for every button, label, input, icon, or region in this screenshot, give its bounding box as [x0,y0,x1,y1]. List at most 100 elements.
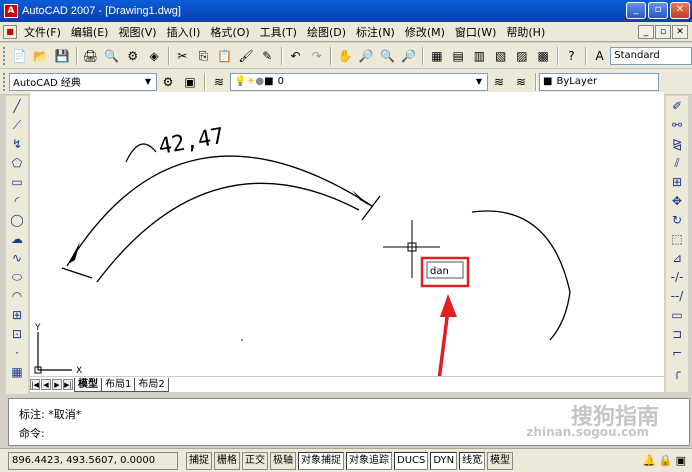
communication-center-icon[interactable]: 🔔 [642,454,656,467]
scale-icon[interactable]: ⬚ [668,229,686,248]
menu-draw[interactable]: 绘图(D) [302,24,351,40]
status-toggle-1[interactable]: 栅格 [214,451,240,470]
toolbar-grip[interactable] [3,46,6,65]
spline-icon[interactable]: ∿ [8,248,26,267]
menu-file[interactable]: 文件(F) [19,24,66,40]
chamfer-icon[interactable]: ⌐ [668,343,686,362]
status-toggle-4[interactable]: 对象捕捉 [298,451,344,470]
document-icon[interactable]: ■ [3,24,17,39]
status-toggle-9[interactable]: 模型 [487,451,514,470]
offset-icon[interactable]: ⫽ [668,153,686,172]
toolbar-grip[interactable] [3,72,6,91]
menu-edit[interactable]: 编辑(E) [66,24,114,40]
plot-icon[interactable]: 🖨 [81,46,100,66]
workspace-save-icon[interactable]: ▣ [180,72,200,92]
tab-layout2[interactable]: 布局2 [134,377,169,392]
zoom-window-icon[interactable]: 🔍 [378,46,397,66]
menu-tools[interactable]: 工具(T) [255,24,302,40]
copy-icon[interactable]: ⎘ [194,46,213,66]
design-center-icon[interactable]: ▤ [449,46,468,66]
status-toggle-5[interactable]: 对象追踪 [346,451,392,470]
tool-palettes-icon[interactable]: ▥ [470,46,489,66]
pan-icon[interactable]: ✋ [335,46,354,66]
fillet-icon[interactable]: ╭ [668,362,686,381]
prev-tab-icon[interactable]: ◀ [41,379,51,390]
close-button[interactable]: ✕ [670,2,690,19]
match-properties-icon[interactable]: 🖌 [236,46,255,66]
polyline-icon[interactable]: ↯ [8,134,26,153]
ellipse-icon[interactable]: ⬭ [8,267,26,286]
tab-model[interactable]: 模型 [74,377,102,392]
clean-screen-icon[interactable]: ▣ [676,454,686,467]
status-toggle-7[interactable]: DYN [430,451,458,470]
undo-icon[interactable]: ↶ [286,46,305,66]
line-icon[interactable]: ╱ [8,96,26,115]
layer-select[interactable]: 💡 ☀ ● ■ 0 ▼ [230,72,488,91]
block-editor-icon[interactable]: ✎ [258,46,277,66]
status-toggle-3[interactable]: 极轴 [270,451,296,470]
coordinate-readout[interactable]: 896.4423, 493.5607, 0.0000 [8,451,178,470]
redo-icon[interactable]: ↷ [307,46,326,66]
workspace-settings-icon[interactable]: ⚙ [158,72,178,92]
construction-line-icon[interactable]: ⟋ [8,115,26,134]
last-tab-icon[interactable]: ▶| [63,379,73,390]
paste-icon[interactable]: 📋 [215,46,234,66]
text-style-select[interactable]: Standard [610,46,692,65]
menu-insert[interactable]: 插入(I) [162,24,206,40]
markup-icon[interactable]: ▨ [512,46,531,66]
layer-properties-icon[interactable]: ≋ [209,72,229,92]
insert-block-icon[interactable]: ⊞ [8,305,26,324]
arc-object[interactable] [96,182,360,283]
preview-icon[interactable]: 🔍 [102,46,121,66]
status-toggle-8[interactable]: 线宽 [459,451,486,470]
publish-icon[interactable]: ⚙ [123,46,142,66]
arc-object-right[interactable] [471,210,571,341]
menu-dimension[interactable]: 标注(N) [351,24,400,40]
first-tab-icon[interactable]: |◀ [30,379,40,390]
doc-restore-button[interactable]: ▫ [655,25,671,39]
doc-close-button[interactable]: ✕ [672,25,688,39]
minimize-button[interactable]: _ [626,2,646,19]
copy-object-icon[interactable]: ⚯ [668,115,686,134]
status-toggle-6[interactable]: DUCS [394,451,429,470]
next-tab-icon[interactable]: ▶ [52,379,62,390]
rotate-icon[interactable]: ↻ [668,210,686,229]
hatch-icon[interactable]: ▦ [8,362,26,381]
save-icon[interactable]: 💾 [52,46,71,66]
trim-icon[interactable]: -/- [668,267,686,286]
rectangle-icon[interactable]: ▭ [8,172,26,191]
status-toggle-0[interactable]: 捕捉 [186,451,212,470]
revision-cloud-icon[interactable]: ☁ [8,229,26,248]
point-icon[interactable]: · [8,343,26,362]
array-icon[interactable]: ⊞ [668,172,686,191]
zoom-realtime-icon[interactable]: 🔎 [357,46,376,66]
3d-dwf-icon[interactable]: ◈ [144,46,163,66]
break-icon[interactable]: ▭ [668,305,686,324]
join-icon[interactable]: ⊐ [668,324,686,343]
circle-icon[interactable]: ◯ [8,210,26,229]
status-toggle-2[interactable]: 正交 [242,451,268,470]
help-icon[interactable]: ? [562,46,581,66]
open-file-icon[interactable]: 📂 [31,46,50,66]
make-current-layer-icon[interactable]: ≋ [489,72,509,92]
layer-previous-icon[interactable]: ≋ [511,72,531,92]
new-file-icon[interactable]: 📄 [10,46,29,66]
tab-layout1[interactable]: 布局1 [101,377,136,392]
doc-minimize-button[interactable]: _ [638,25,654,39]
menu-window[interactable]: 窗口(W) [450,24,501,40]
properties-icon[interactable]: ▦ [427,46,446,66]
cut-icon[interactable]: ✂ [173,46,192,66]
zoom-previous-icon[interactable]: 🔎 [399,46,418,66]
calculator-icon[interactable]: ▩ [534,46,553,66]
dimension-text[interactable]: 42,47 [157,124,227,160]
dimension-line[interactable] [66,155,373,267]
maximize-button[interactable]: ▫ [648,2,668,19]
stretch-icon[interactable]: ⊿ [668,248,686,267]
lock-toolbar-icon[interactable]: 🔒 [659,454,673,467]
linetype-select[interactable]: ■ ByLayer [539,72,659,91]
text-style-icon[interactable]: A [590,46,609,66]
move-icon[interactable]: ✥ [668,191,686,210]
command-window[interactable]: 标注: *取消* 命令: 搜狗指南 zhinan.sogou.com [8,398,690,446]
menu-view[interactable]: 视图(V) [113,24,161,40]
arc-icon[interactable]: ◜ [8,191,26,210]
